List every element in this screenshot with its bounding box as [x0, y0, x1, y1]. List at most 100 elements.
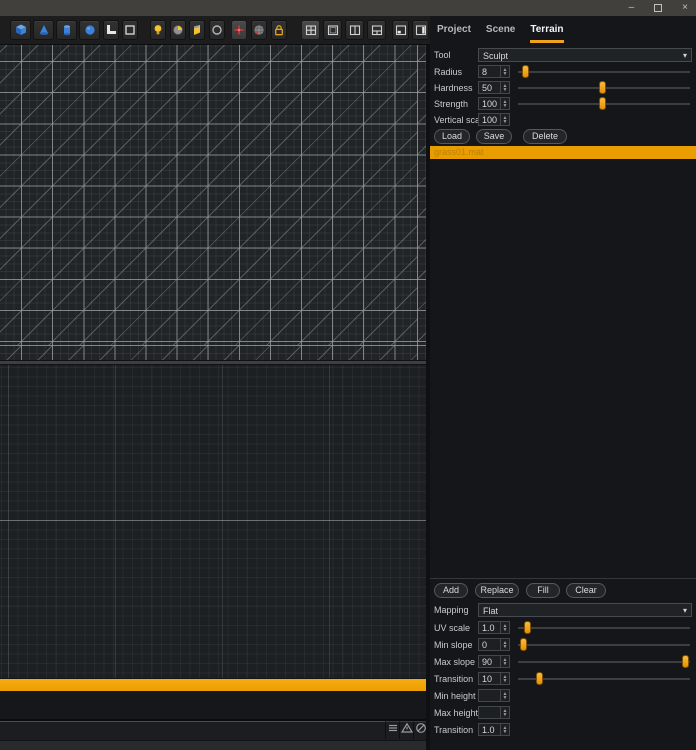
corner-button[interactable]	[103, 20, 119, 40]
console-input[interactable]	[0, 721, 386, 739]
value-input[interactable]: 90 ▲ ▼	[478, 655, 510, 668]
minimize-button[interactable]: –	[629, 0, 635, 16]
field-label: Min height	[434, 691, 476, 701]
value-input[interactable]: ▲ ▼	[478, 706, 510, 719]
slider-track[interactable]	[518, 672, 690, 685]
terrain-flat-grid[interactable]	[0, 365, 427, 678]
dropdown-row-mapping: Mapping Flat ▾	[430, 603, 696, 617]
bottom-strip	[0, 740, 430, 750]
slider-track[interactable]	[518, 81, 690, 94]
field-label: Min slope	[434, 640, 473, 650]
globe-button[interactable]	[251, 20, 267, 40]
panel-tabs: Project Scene Terrain	[437, 24, 564, 43]
slider-track[interactable]	[518, 65, 690, 78]
slider-handle[interactable]	[681, 655, 689, 668]
tool-dropdown[interactable]: Sculpt ▾	[478, 48, 692, 62]
field-label: Mapping	[434, 605, 469, 615]
value-input[interactable]: 100 ▲ ▼	[478, 113, 510, 126]
spinner-arrows[interactable]: ▲ ▼	[500, 98, 509, 109]
field-label: Strength	[434, 99, 469, 109]
close-button[interactable]: ×	[682, 0, 688, 16]
restore-icon	[654, 4, 663, 12]
screen-panel-button[interactable]	[392, 20, 409, 40]
terrain-wireframe-grid[interactable]	[0, 45, 427, 360]
slider-track[interactable]	[518, 655, 690, 668]
value-text: 100	[482, 99, 498, 109]
spinner-arrows[interactable]: ▲ ▼	[500, 656, 509, 667]
lock-button[interactable]	[271, 20, 287, 40]
value-input[interactable]: 1.0 ▲ ▼	[478, 723, 510, 736]
layout-grid-button[interactable]	[301, 20, 320, 40]
spinner-down-icon: ▼	[502, 70, 508, 77]
slider-handle[interactable]	[521, 65, 529, 78]
replace-button[interactable]: Replace	[475, 583, 519, 598]
spinner-down-icon: ▼	[502, 711, 508, 718]
delete-button[interactable]: Delete	[523, 129, 567, 144]
slider-handle[interactable]	[523, 621, 531, 634]
spinner-arrows[interactable]: ▲ ▼	[500, 114, 509, 125]
spinner-arrows[interactable]: ▲ ▼	[500, 707, 509, 718]
spinner-down-icon: ▼	[502, 728, 508, 735]
value-input[interactable]: 0 ▲ ▼	[478, 638, 510, 651]
warning-filter-button[interactable]	[399, 721, 413, 739]
sphere-button[interactable]	[79, 20, 100, 40]
lightbulb-button[interactable]	[150, 20, 166, 40]
material-list-item[interactable]: grass01.mat	[430, 146, 696, 159]
value-text: 0	[482, 640, 488, 650]
value-input[interactable]: 8 ▲ ▼	[478, 65, 510, 78]
fill-button[interactable]: Fill	[526, 583, 560, 598]
save-button[interactable]: Save	[476, 129, 512, 144]
slider-track[interactable]	[518, 97, 690, 110]
value-text: 1.0	[482, 725, 495, 735]
layout-columns-button[interactable]	[345, 20, 364, 40]
value-input[interactable]: 1.0 ▲ ▼	[478, 621, 510, 634]
spinner-arrows[interactable]: ▲ ▼	[500, 622, 509, 633]
spinner-arrows[interactable]: ▲ ▼	[500, 724, 509, 735]
cylinder-button[interactable]	[56, 20, 77, 40]
spinner-arrows[interactable]: ▲ ▼	[500, 690, 509, 701]
sphere-icon	[82, 22, 98, 38]
material-sphere-button[interactable]	[169, 20, 186, 40]
viewport-lower-area	[0, 691, 427, 719]
field-label: Tool	[434, 50, 451, 60]
restore-button[interactable]	[654, 4, 663, 12]
spinner-arrows[interactable]: ▲ ▼	[500, 673, 509, 684]
tab-project[interactable]: Project	[437, 24, 471, 43]
slider-handle[interactable]	[599, 97, 607, 110]
value-input[interactable]: 100 ▲ ▼	[478, 97, 510, 110]
value-input[interactable]: 50 ▲ ▼	[478, 81, 510, 94]
value-text: 90	[482, 657, 493, 667]
ring-button[interactable]	[208, 20, 225, 40]
clear-button[interactable]: Clear	[566, 583, 606, 598]
layout-rows-button[interactable]	[367, 20, 386, 40]
list-filter-button[interactable]	[385, 721, 399, 739]
tab-terrain[interactable]: Terrain	[530, 24, 564, 43]
slider-handle[interactable]	[535, 672, 543, 685]
spinner-arrows[interactable]: ▲ ▼	[500, 66, 509, 77]
mapping-dropdown[interactable]: Flat ▾	[478, 603, 692, 617]
cube-button[interactable]	[10, 20, 31, 40]
tab-scene[interactable]: Scene	[486, 24, 515, 43]
layout-single-button[interactable]	[323, 20, 342, 40]
spinner-arrows[interactable]: ▲ ▼	[500, 82, 509, 93]
cone-button[interactable]	[33, 20, 54, 40]
spinner-arrows[interactable]: ▲ ▼	[500, 639, 509, 650]
slider-track[interactable]	[518, 621, 690, 634]
crosshair-button[interactable]	[231, 20, 247, 40]
error-filter-button[interactable]	[413, 721, 427, 739]
field-row-hardness: Hardness 50 ▲ ▼	[430, 81, 696, 95]
value-input[interactable]: ▲ ▼	[478, 689, 510, 702]
scene-viewport[interactable]	[0, 45, 427, 678]
slider-track[interactable]	[518, 638, 690, 651]
value-input[interactable]: 10 ▲ ▼	[478, 672, 510, 685]
slider-handle[interactable]	[599, 81, 607, 94]
decal-button[interactable]	[189, 20, 205, 40]
spinner-down-icon: ▼	[502, 694, 508, 701]
slider-handle[interactable]	[520, 638, 528, 651]
window-controls: – ×	[629, 0, 688, 16]
load-button[interactable]: Load	[434, 129, 470, 144]
spinner-down-icon: ▼	[502, 643, 508, 650]
add-button[interactable]: Add	[434, 583, 468, 598]
square-outline-button[interactable]	[122, 20, 138, 40]
screen-sidebar-button[interactable]	[412, 20, 429, 40]
